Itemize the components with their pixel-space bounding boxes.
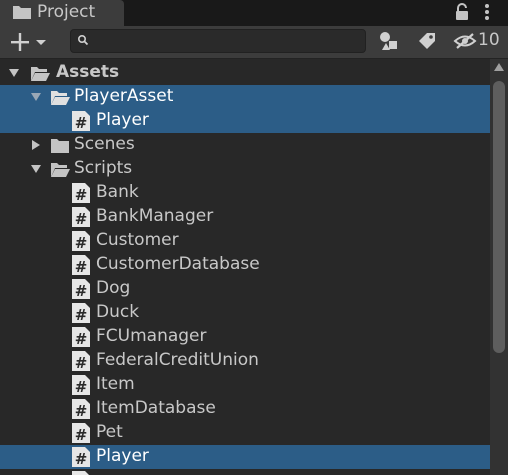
lock-icon[interactable] xyxy=(454,3,470,21)
folder-icon xyxy=(51,139,69,153)
csharp-script-icon: # xyxy=(72,231,90,251)
eye-slash-icon xyxy=(453,33,477,49)
csharp-script-icon: # xyxy=(72,183,90,203)
svg-text:#: # xyxy=(75,330,88,347)
csharp-script-icon: # xyxy=(72,399,90,419)
folder-open-icon xyxy=(51,91,70,105)
tree-item-scripts[interactable]: Scripts xyxy=(0,157,490,181)
folder-open-icon xyxy=(31,67,50,81)
project-tree[interactable]: Assets PlayerAsset # Player Scenes Scrip… xyxy=(0,59,490,475)
csharp-script-icon: # xyxy=(72,303,90,323)
svg-text:#: # xyxy=(75,258,88,275)
tree-item-label: Pet xyxy=(96,422,123,442)
tree-item-itemdatabase[interactable]: # ItemDatabase xyxy=(0,397,490,421)
tree-item-partial[interactable] xyxy=(0,469,490,475)
tree-item-assets[interactable]: Assets xyxy=(0,61,490,85)
tree-item-label: Duck xyxy=(96,302,140,322)
tree-item-bank[interactable]: # Bank xyxy=(0,181,490,205)
svg-text:#: # xyxy=(75,450,88,467)
scrollbar-thumb[interactable] xyxy=(493,81,505,353)
tree-item-label: Dog xyxy=(96,278,131,298)
tree-item-pet[interactable]: # Pet xyxy=(0,421,490,445)
tree-item-label: Customer xyxy=(96,230,179,250)
svg-text:#: # xyxy=(75,114,88,131)
tree-item-federalcreditunion[interactable]: # FederalCreditUnion xyxy=(0,349,490,373)
tab-bar: Project xyxy=(0,0,508,26)
project-toolbar: 10 xyxy=(0,26,508,59)
tree-item-scenes[interactable]: Scenes xyxy=(0,133,490,157)
plus-icon xyxy=(11,33,46,51)
tree-item-player-asset[interactable]: # Player xyxy=(0,109,490,133)
csharp-script-icon: # xyxy=(72,375,90,395)
tree-item-label: BankManager xyxy=(96,206,214,226)
tree-item-label: Bank xyxy=(96,182,139,202)
csharp-script-icon: # xyxy=(72,111,90,131)
tree-item-label: Assets xyxy=(56,62,120,82)
collapsed-arrow-icon[interactable] xyxy=(31,140,41,150)
csharp-script-icon: # xyxy=(72,279,90,299)
tree-item-label: FCUmanager xyxy=(96,326,207,346)
csharp-script-icon: # xyxy=(72,255,90,275)
tree-item-label: Scenes xyxy=(74,134,135,154)
tree-item-dog[interactable]: # Dog xyxy=(0,277,490,301)
tab-project[interactable]: Project xyxy=(0,0,124,26)
csharp-script-icon xyxy=(72,471,89,475)
expanded-arrow-icon[interactable] xyxy=(31,92,41,102)
create-asset-button[interactable] xyxy=(8,31,52,53)
folder-icon xyxy=(13,6,31,19)
csharp-script-icon: # xyxy=(72,327,90,347)
svg-text:#: # xyxy=(75,186,88,203)
hidden-packages-toggle[interactable]: 10 xyxy=(453,28,503,54)
tree-item-fcumanager[interactable]: # FCUmanager xyxy=(0,325,490,349)
tree-item-label: FederalCreditUnion xyxy=(96,350,259,370)
tree-item-label: Item xyxy=(96,374,135,394)
tree-item-duck[interactable]: # Duck xyxy=(0,301,490,325)
csharp-script-icon: # xyxy=(72,447,90,467)
csharp-script-icon: # xyxy=(72,351,90,371)
vertical-scrollbar[interactable] xyxy=(490,59,508,475)
tree-item-bankmanager[interactable]: # BankManager xyxy=(0,205,490,229)
tree-item-customerdatabase[interactable]: # CustomerDatabase xyxy=(0,253,490,277)
tree-item-label: PlayerAsset xyxy=(74,86,174,106)
tree-item-playerasset[interactable]: PlayerAsset xyxy=(0,85,490,109)
search-icon xyxy=(77,34,89,46)
csharp-script-icon: # xyxy=(72,423,90,443)
tree-item-label: Player xyxy=(96,446,149,466)
tree-item-item[interactable]: # Item xyxy=(0,373,490,397)
hidden-count: 10 xyxy=(478,30,500,50)
tree-item-label: Scripts xyxy=(74,158,133,178)
folder-open-icon xyxy=(51,163,70,177)
svg-text:#: # xyxy=(75,426,88,443)
svg-text:#: # xyxy=(75,210,88,227)
svg-text:#: # xyxy=(75,282,88,299)
tree-item-label: Player xyxy=(96,110,149,130)
tree-item-customer[interactable]: # Customer xyxy=(0,229,490,253)
search-input[interactable] xyxy=(93,32,363,50)
tag-icon[interactable] xyxy=(416,30,438,52)
tree-item-player-script[interactable]: # Player xyxy=(0,445,490,469)
more-options-icon[interactable] xyxy=(484,3,490,21)
csharp-script-icon: # xyxy=(72,207,90,227)
search-field[interactable] xyxy=(70,29,366,53)
svg-text:#: # xyxy=(75,306,88,323)
svg-text:#: # xyxy=(75,354,88,371)
search-by-type-icon[interactable] xyxy=(378,30,400,52)
tree-item-label: ItemDatabase xyxy=(96,398,216,418)
expanded-arrow-icon[interactable] xyxy=(9,68,19,78)
svg-text:#: # xyxy=(75,234,88,251)
tree-item-label: CustomerDatabase xyxy=(96,254,260,274)
tab-title: Project xyxy=(37,2,96,22)
expanded-arrow-icon[interactable] xyxy=(31,164,41,174)
svg-text:#: # xyxy=(75,402,88,419)
scroll-up-arrow-icon[interactable] xyxy=(494,63,504,71)
svg-text:#: # xyxy=(75,378,88,395)
